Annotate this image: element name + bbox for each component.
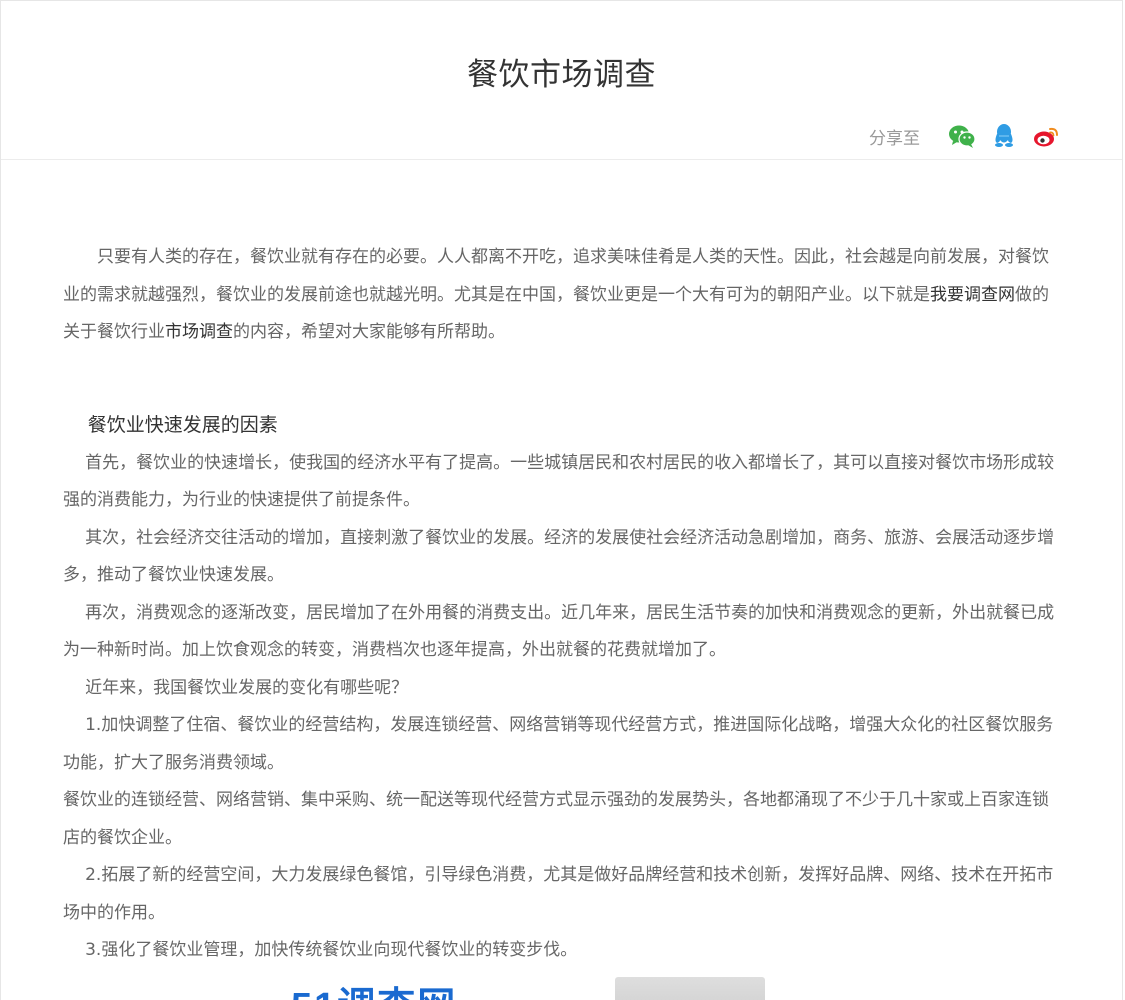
body-paragraph: 首先，餐饮业的快速增长，使我国的经济水平有了提高。一些城镇居民和农村居民的收入都… (63, 452, 1055, 511)
qq-icon[interactable] (990, 123, 1018, 149)
section-heading: 餐饮业快速发展的因素 (87, 413, 278, 436)
intro-paragraph: 只要有人类的存在，餐饮业就有存在的必要。人人都离不开吃，追求美味佳肴是人类的天性… (63, 247, 1049, 342)
keyword-link-market-research[interactable]: 市场调查 (165, 322, 233, 342)
article-page: 餐饮市场调查 分享至 只要有人类的存在，餐饮业就有存在的必要。人人都离不开吃，追… (0, 0, 1123, 1000)
weibo-icon[interactable] (1032, 123, 1060, 149)
body-paragraph: 1.加快调整了住宿、餐饮业的经营结构，发展连锁经营、网络营销等现代经营方式，推进… (63, 715, 1054, 773)
article-header: 餐饮市场调查 分享至 (1, 1, 1122, 160)
body-paragraph: 其次，社会经济交往活动的增加，直接刺激了餐饮业的发展。经济的发展使社会经济活动急… (63, 527, 1055, 586)
wechat-icon[interactable] (948, 123, 976, 149)
image-photo-placeholder (615, 977, 765, 1000)
body-paragraph: 近年来，我国餐饮业发展的变化有哪些呢？ (85, 677, 409, 698)
share-label: 分享至 (869, 128, 920, 149)
article-image: 51调查网 (253, 963, 873, 1000)
page-title: 餐饮市场调查 (467, 57, 656, 93)
body-paragraph: 餐饮业的连锁经营、网络营销、集中采购、统一配送等现代经营方式显示强劲的发展势头，… (63, 790, 1049, 848)
body-paragraph: 再次，消费观念的逐渐改变，居民增加了在外用餐的消费支出。近几年来，居民生活节奏的… (63, 602, 1055, 661)
body-paragraph: 2.拓展了新的经营空间，大力发展绿色餐馆，引导绿色消费，尤其是做好品牌经营和技术… (63, 865, 1054, 923)
image-logo: 51调查网 (291, 975, 457, 1000)
keyword-link-51diaocha[interactable]: 我要调查网 (930, 285, 1015, 305)
share-bar: 分享至 (869, 123, 1060, 149)
article-body: 只要有人类的存在，餐饮业就有存在的必要。人人都离不开吃，追求美味佳肴是人类的天性… (63, 239, 1063, 970)
